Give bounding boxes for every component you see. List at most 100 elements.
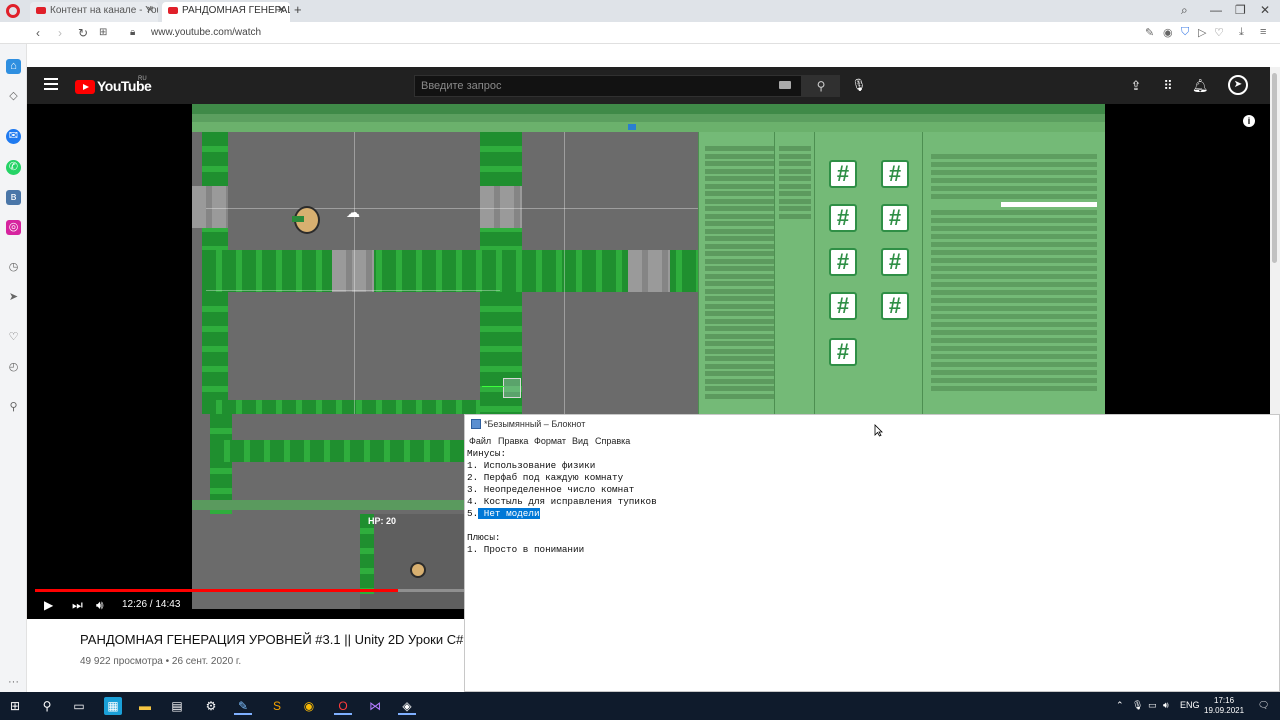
play-icon[interactable]: ▷ <box>1198 26 1206 39</box>
notepad-taskbar-icon[interactable]: ✎ <box>234 697 252 715</box>
search-input[interactable]: Введите запрос <box>414 75 802 97</box>
hamburger-menu-icon[interactable] <box>44 78 58 90</box>
notifications-icon[interactable]: 🗨︎ <box>1258 700 1269 711</box>
inspector-row <box>931 282 1097 287</box>
cube-icon[interactable]: ◇ <box>6 89 21 104</box>
sublime-icon[interactable]: S <box>268 697 286 715</box>
close-window-icon[interactable]: ✕ <box>1260 3 1270 17</box>
notepad-line[interactable]: 2. Перфаб под каждую комнату <box>467 472 623 483</box>
search-icon: ⚲ <box>816 79 826 93</box>
hierarchy-row <box>705 258 775 264</box>
player-icon[interactable]: ◷ <box>6 260 21 275</box>
scrollbar-thumb[interactable] <box>1272 73 1277 263</box>
inspector-row <box>931 362 1097 367</box>
notepad-line[interactable]: 4. Костыль для исправления тупиков <box>467 496 657 507</box>
instagram-icon[interactable]: ◎ <box>6 220 21 235</box>
speed-dial-icon[interactable]: ⊞ <box>99 27 107 38</box>
forward-icon[interactable]: › <box>58 26 62 40</box>
clock[interactable]: 17:16 19.09.2021 <box>1204 696 1244 716</box>
unity-game-view: HP: 20 <box>192 414 464 609</box>
tray-overflow-icon[interactable]: ⌃ <box>1116 700 1124 711</box>
close-tab-icon[interactable]: ✕ <box>277 5 285 16</box>
tab-channel-content[interactable]: Контент на канале - YouTube <box>30 2 158 22</box>
notepad-line[interactable]: Минусы: <box>467 448 506 459</box>
close-tab-icon[interactable]: ✕ <box>146 5 154 16</box>
menu-view[interactable]: Вид <box>572 436 588 446</box>
visual-studio-icon[interactable]: ⋈ <box>366 697 384 715</box>
clock-date: 19.09.2021 <box>1204 706 1245 715</box>
settings-gear-icon[interactable]: ⚙ <box>202 697 220 715</box>
new-tab-button[interactable]: + <box>294 2 302 17</box>
info-icon[interactable]: i <box>1243 115 1255 127</box>
unity-inspector-panel <box>922 132 1105 414</box>
minimize-icon[interactable]: — <box>1210 3 1222 17</box>
reload-icon[interactable]: ↻ <box>78 26 88 40</box>
camera-bounds-line <box>564 132 565 414</box>
script-asset-icon: # <box>829 292 857 320</box>
search-tabs-icon[interactable]: ⌕ <box>1181 3 1188 18</box>
start-windows-icon[interactable]: ⊞ <box>6 697 24 715</box>
keyboard-icon[interactable] <box>779 81 791 89</box>
avatar[interactable]: ➤ <box>1228 75 1248 95</box>
notepad-line[interactable]: 1. Использование физики <box>467 460 595 471</box>
volume-tray-icon[interactable]: 🔊︎ <box>1163 700 1169 711</box>
apps-grid-icon[interactable]: ⠿ <box>1160 78 1176 94</box>
opera-icon[interactable]: O <box>334 697 352 715</box>
video-progress-played[interactable] <box>35 589 398 592</box>
menu-dots-icon[interactable]: ≡ <box>1260 26 1266 38</box>
back-icon[interactable]: ‹ <box>36 26 40 40</box>
notepad-line[interactable]: 5. Нет модели <box>467 508 540 519</box>
language-indicator[interactable]: ENG <box>1180 700 1200 710</box>
calculator-icon[interactable]: ▤ <box>168 697 186 715</box>
store-icon[interactable]: ▦ <box>104 697 122 715</box>
opera-logo-icon[interactable] <box>6 4 20 18</box>
menu-edit[interactable]: Правка <box>498 436 528 446</box>
whatsapp-icon[interactable]: ✆ <box>6 160 21 175</box>
menu-file[interactable]: Файл <box>469 436 491 446</box>
notepad-line[interactable]: 3. Неопределенное число комнат <box>467 484 634 495</box>
task-view-icon[interactable]: ▭ <box>70 697 88 715</box>
youtube-logo-icon[interactable] <box>75 80 95 94</box>
hierarchy-row <box>705 206 775 211</box>
microphone-icon[interactable]: 🎙︎ <box>851 78 867 94</box>
unity-taskbar-icon[interactable]: ◈ <box>398 697 416 715</box>
notepad-window[interactable] <box>464 414 1280 692</box>
history-icon[interactable]: ◴ <box>6 360 21 375</box>
camera-icon[interactable]: ◉ <box>1163 26 1173 39</box>
notepad-line[interactable]: Плюсы: <box>467 532 500 543</box>
tips-icon[interactable]: ⚲ <box>6 400 21 415</box>
more-icon[interactable]: ··· <box>6 675 21 690</box>
video-title: РАНДОМНАЯ ГЕНЕРАЦИЯ УРОВНЕЙ #3.1 || Unit… <box>80 632 512 647</box>
next-video-icon[interactable]: ⏭︎ <box>72 598 83 613</box>
download-icon[interactable]: ⤓ <box>1239 26 1244 39</box>
search-button[interactable]: ⚲ <box>802 75 840 97</box>
clock-time: 17:16 <box>1214 696 1235 705</box>
heart-icon[interactable]: ♡ <box>1214 26 1224 39</box>
edit-icon[interactable]: ✎ <box>1145 26 1154 39</box>
url-field[interactable]: www.youtube.com/watch <box>151 27 261 38</box>
volume-icon[interactable]: 🔊︎ <box>96 598 104 613</box>
send-icon[interactable]: ➤ <box>6 290 21 305</box>
wall-bottom <box>202 400 480 414</box>
messenger-icon[interactable]: ✉ <box>6 129 21 144</box>
play-icon[interactable]: ▶ <box>44 598 53 612</box>
home-icon[interactable]: ⌂ <box>6 59 21 74</box>
network-icon[interactable]: ▭ <box>1148 700 1157 711</box>
tab-random-generation[interactable]: РАНДОМНАЯ ГЕНЕРАЦИЯ <box>162 2 290 22</box>
selected-text[interactable]: Нет модели <box>478 508 540 519</box>
search-icon[interactable]: ⚲ <box>38 697 56 715</box>
mic-tray-icon[interactable]: 🎙︎ <box>1132 700 1143 711</box>
bookmarks-icon[interactable]: ♡ <box>6 330 21 345</box>
menu-format[interactable]: Формат <box>534 436 566 446</box>
chrome-icon[interactable]: ◉ <box>300 697 318 715</box>
vk-icon[interactable]: в <box>6 190 21 205</box>
menu-help[interactable]: Справка <box>595 436 630 446</box>
notepad-line[interactable]: 1. Просто в понимании <box>467 544 584 555</box>
upload-icon[interactable]: ⇪ <box>1128 78 1144 94</box>
region-label: RU <box>138 76 147 82</box>
lock-icon: 🔒︎ <box>130 27 136 38</box>
maximize-icon[interactable]: ❐ <box>1235 3 1246 17</box>
notifications-bell-icon[interactable]: 🔔︎ <box>1192 78 1209 94</box>
explorer-folder-icon[interactable]: ▬ <box>136 697 154 715</box>
shield-icon[interactable]: ⛉ <box>1181 26 1189 39</box>
